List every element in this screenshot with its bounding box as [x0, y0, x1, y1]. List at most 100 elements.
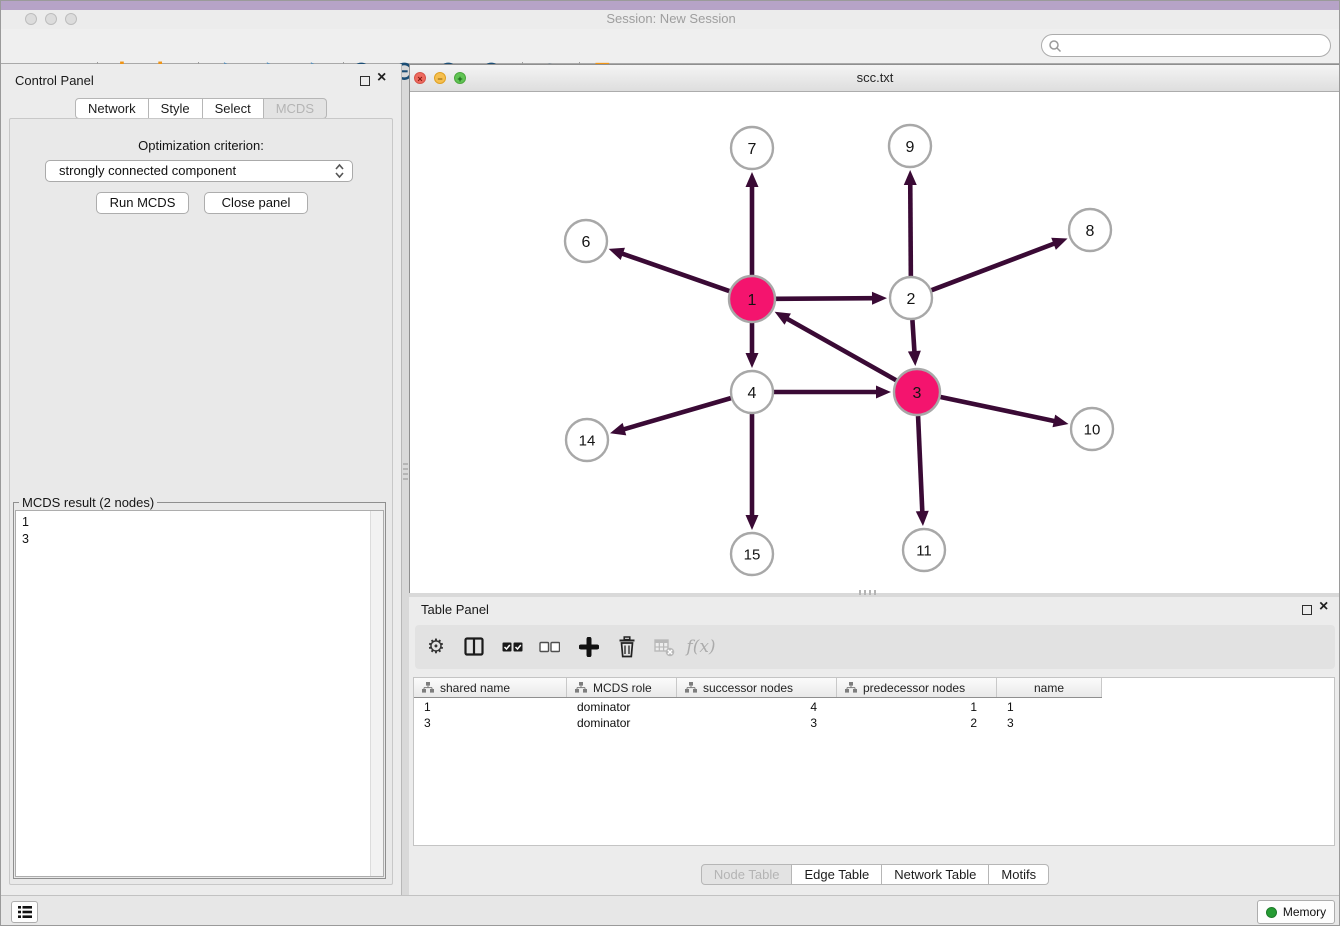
graph-node-label: 3 — [913, 385, 922, 402]
graph-edge-2-9[interactable] — [904, 170, 917, 276]
column-header-predecessor-nodes[interactable]: predecessor nodes — [837, 678, 997, 697]
search-input[interactable] — [1041, 34, 1331, 57]
graph-edge-4-14[interactable] — [610, 398, 731, 435]
graph-edge-3-1[interactable] — [775, 312, 896, 380]
deselect-all-icon[interactable] — [536, 634, 562, 660]
column-header-name[interactable]: name — [997, 678, 1102, 697]
graph-edge-3-10[interactable] — [940, 397, 1068, 427]
tab-select[interactable]: Select — [203, 98, 264, 119]
table-cell[interactable]: dominator — [567, 715, 677, 731]
network-canvas[interactable]: 7 9 6 8 1 2 4 3 14 10 15 11 — [410, 92, 1340, 593]
graph-edge-1-2[interactable] — [776, 292, 887, 305]
graph-edge-4-3[interactable] — [774, 386, 891, 399]
node-table-rows: 1dominator4113dominator323 — [414, 699, 1102, 731]
tab-style[interactable]: Style — [149, 98, 203, 119]
table-tab-network-table[interactable]: Network Table — [882, 864, 989, 885]
graph-node-11[interactable]: 11 — [903, 529, 945, 571]
graph-node-2[interactable]: 2 — [890, 277, 932, 319]
vertical-splitter-grip[interactable] — [403, 463, 408, 483]
mcds-result-textarea[interactable]: 13 — [15, 510, 384, 877]
graph-node-label: 10 — [1084, 421, 1101, 438]
close-panel-button[interactable]: Close panel — [204, 192, 308, 214]
tab-mcds[interactable]: MCDS — [264, 98, 327, 119]
table-row[interactable]: 3dominator323 — [414, 715, 1102, 731]
graph-node-label: 15 — [744, 546, 761, 563]
memory-button[interactable]: Memory — [1257, 900, 1335, 924]
table-tab-node-table[interactable]: Node Table — [701, 864, 793, 885]
graph-edge-4-15[interactable] — [746, 414, 759, 530]
graph-node-label: 11 — [916, 542, 932, 559]
column-header-label: predecessor nodes — [863, 681, 965, 695]
criterion-select-value: strongly connected component — [59, 163, 236, 178]
table-panel: Table Panel × ⚙ f(x) — [409, 597, 1340, 895]
window-accent-strip — [1, 1, 1340, 10]
graph-node-10[interactable]: 10 — [1071, 408, 1113, 450]
close-table-panel-icon[interactable]: × — [1319, 600, 1328, 614]
column-header-successor-nodes[interactable]: successor nodes — [677, 678, 837, 697]
graph-edge-1-6[interactable] — [609, 248, 730, 291]
main-titlebar: Session: New Session — [1, 10, 1340, 29]
select-stepper-icon — [335, 163, 344, 185]
table-cell[interactable]: dominator — [567, 699, 677, 715]
hierarchy-icon — [422, 682, 434, 693]
table-settings-icon[interactable]: ⚙ — [423, 634, 449, 660]
table-row[interactable]: 1dominator411 — [414, 699, 1102, 715]
column-header-shared-name[interactable]: shared name — [414, 678, 567, 697]
select-all-icon[interactable] — [499, 634, 525, 660]
table-cell[interactable]: 4 — [677, 699, 837, 715]
graph-node-9[interactable]: 9 — [889, 125, 931, 167]
table-cell[interactable]: 1 — [414, 699, 567, 715]
horizontal-splitter-grip[interactable] — [859, 590, 879, 595]
mcds-result-legend: MCDS result (2 nodes) — [19, 495, 157, 510]
criterion-select[interactable]: strongly connected component — [45, 160, 353, 182]
table-cell[interactable]: 2 — [837, 715, 997, 731]
float-panel-button[interactable] — [360, 76, 370, 86]
control-panel-tabs: NetworkStyleSelectMCDS — [1, 98, 401, 119]
column-view-icon[interactable] — [461, 634, 487, 660]
memory-status-icon — [1266, 907, 1277, 918]
float-table-panel-button[interactable] — [1302, 605, 1312, 615]
graph-node-label: 9 — [906, 139, 915, 156]
graph-node-7[interactable]: 7 — [731, 127, 773, 169]
table-tab-motifs[interactable]: Motifs — [989, 864, 1049, 885]
graph-node-4[interactable]: 4 — [731, 371, 773, 413]
close-panel-icon[interactable]: × — [377, 71, 386, 85]
graph-node-14[interactable]: 14 — [566, 419, 608, 461]
graph-edge-2-8[interactable] — [932, 238, 1068, 290]
graph-edge-2-3[interactable] — [908, 320, 921, 366]
add-column-icon[interactable] — [576, 634, 602, 660]
graph-edge-3-11[interactable] — [916, 416, 929, 526]
table-cell[interactable]: 3 — [997, 715, 1102, 731]
table-cell[interactable]: 1 — [837, 699, 997, 715]
graph-node-15[interactable]: 15 — [731, 533, 773, 575]
delete-column-icon[interactable] — [614, 634, 640, 660]
graph-edge-1-7[interactable] — [746, 172, 759, 275]
graph-node-label: 6 — [582, 234, 591, 251]
task-history-button[interactable] — [11, 901, 38, 923]
table-cell[interactable]: 1 — [997, 699, 1102, 715]
optimization-criterion-label: Optimization criterion: — [1, 138, 401, 153]
main-toolbar — [1, 29, 1340, 64]
table-cell[interactable]: 3 — [677, 715, 837, 731]
mcds-result-line: 3 — [22, 531, 29, 548]
table-cell[interactable]: 3 — [414, 715, 567, 731]
network-titlebar[interactable]: × − + scc.txt — [410, 65, 1340, 92]
table-panel-title: Table Panel — [421, 602, 489, 617]
run-mcds-button[interactable]: Run MCDS — [96, 192, 189, 214]
graph-edge-1-4[interactable] — [746, 323, 759, 368]
graph-node-6[interactable]: 6 — [565, 220, 607, 262]
table-tab-edge-table[interactable]: Edge Table — [792, 864, 882, 885]
graph-node-label: 7 — [748, 141, 757, 158]
node-table: shared nameMCDS rolesuccessor nodes prede… — [413, 677, 1335, 846]
list-icon — [17, 905, 33, 919]
graph-node-1[interactable]: 1 — [729, 276, 775, 322]
graph-node-3[interactable]: 3 — [894, 369, 940, 415]
graph-node-8[interactable]: 8 — [1069, 209, 1111, 251]
fx-label: f(x) — [686, 637, 715, 657]
network-graph: 7 9 6 8 1 2 4 3 14 10 15 11 — [410, 92, 1340, 593]
column-header-mcds-role[interactable]: MCDS role — [567, 678, 677, 697]
tab-network[interactable]: Network — [75, 98, 149, 119]
result-scrollbar[interactable] — [370, 511, 383, 876]
search-box — [1041, 34, 1331, 57]
graph-node-label: 2 — [907, 291, 916, 308]
